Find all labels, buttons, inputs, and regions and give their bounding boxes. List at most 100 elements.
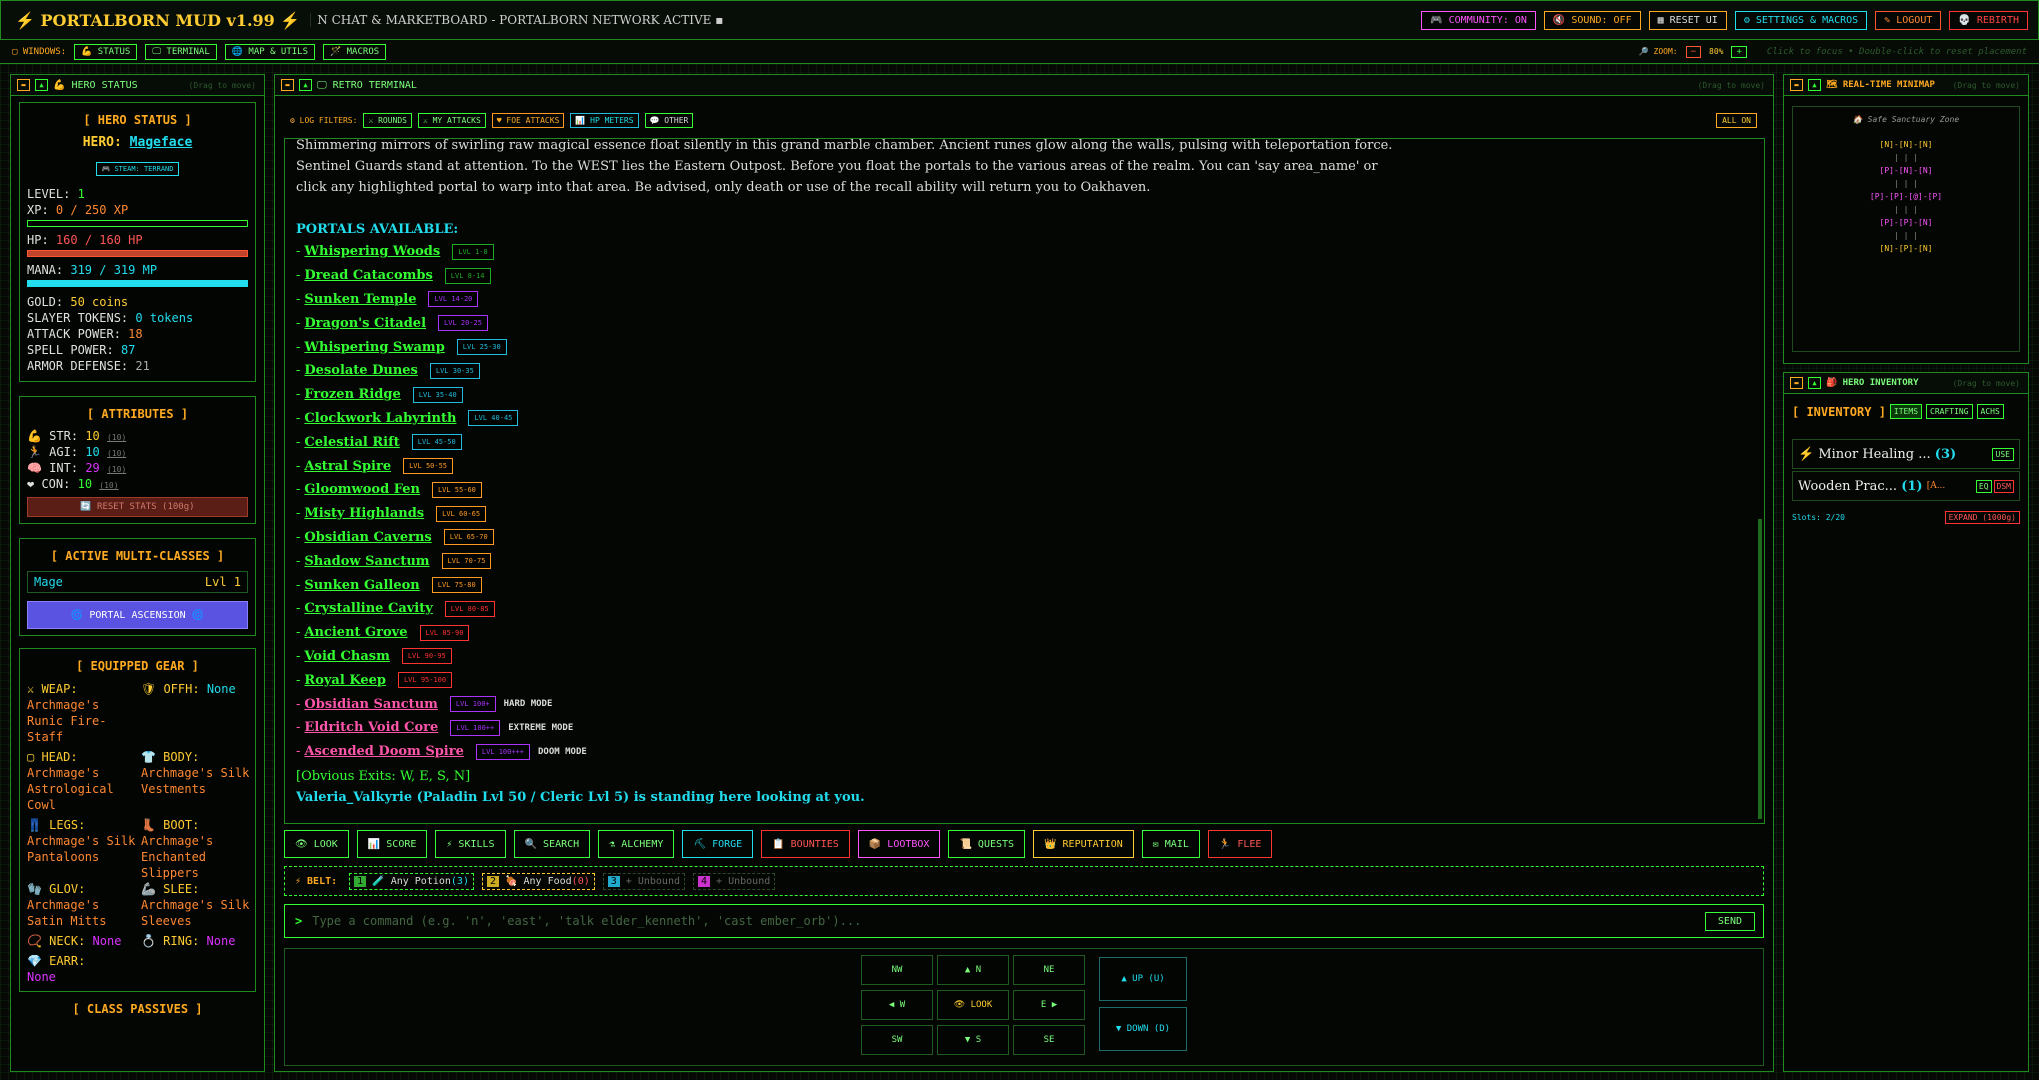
portal-link[interactable]: Frozen Ridge [304,387,400,402]
mail-button[interactable]: ✉ MAIL [1141,830,1200,858]
logout-button[interactable]: ✎ LOGOUT [1875,10,1942,30]
window-status-button[interactable]: 💪 STATUS [74,43,138,60]
rebirth-button[interactable]: 💀 REBIRTH [1949,10,2028,30]
portal-link[interactable]: Astral Spire [304,459,391,474]
minimap-view[interactable]: 🏠 Safe Sanctuary Zone [N]-[N]-[N] | | | … [1792,106,2020,352]
command-input[interactable]: Type a command (e.g. 'n', 'east', 'talk … [312,914,861,928]
move-nw-button[interactable]: NW [861,955,933,985]
alchemy-button[interactable]: ⚗ ALCHEMY [598,830,675,858]
sound-toggle-button[interactable]: 🔇 SOUND: OFF [1543,10,1641,30]
portal-link[interactable]: Royal Keep [304,673,386,688]
portal-link[interactable]: Sunken Galleon [304,578,419,593]
minimap-header[interactable]: ▬ ▲ 🗺 REAL-TIME MINIMAP (Drag to move) [1784,75,2028,96]
minimize-icon[interactable]: ▬ [17,79,30,91]
gear-ring[interactable]: 💍 RING: None [141,933,251,953]
portal-link[interactable]: Gloomwood Fen [304,482,420,497]
move-se-button[interactable]: SE [1013,1025,1085,1055]
minimize-icon[interactable]: ▬ [1790,79,1803,91]
gear-weap[interactable]: ⚔ WEAP: Archmage's Runic Fire-Staff [27,681,137,745]
belt-slot-1[interactable]: 1 🧪 Any Potion(3) [349,872,474,890]
portal-link[interactable]: Clockwork Labyrinth [304,411,456,426]
move-w-button[interactable]: ◀ W [861,990,933,1020]
maximize-icon[interactable]: ▲ [299,79,312,91]
portal-link[interactable]: Celestial Rift [304,435,399,450]
gear-glov[interactable]: 🧤 GLOV: Archmage's Satin Mitts [27,881,137,929]
reset-stats-button[interactable]: 🔄 RESET STATS (100g) [27,497,248,517]
portal-link[interactable]: Misty Highlands [304,506,424,521]
portal-link[interactable]: Obsidian Caverns [304,530,431,545]
portal-link[interactable]: Crystalline Cavity [304,601,432,616]
portal-link[interactable]: Ancient Grove [304,625,407,640]
portal-link[interactable]: Ascended Doom Spire [304,744,463,759]
all-on-button[interactable]: ALL ON [1716,112,1757,128]
steam-badge[interactable]: 🎮 STEAM: TERRAND [95,162,180,176]
flee-button[interactable]: 🏃 FLEE [1207,830,1273,858]
portal-link[interactable]: Dread Catacombs [304,268,432,283]
equip-button[interactable]: EQ [1975,479,1992,493]
look-button[interactable]: 👁 LOOK [284,830,349,858]
gear-head[interactable]: ▢ HEAD: Archmage's Astrological Cowl [27,749,137,813]
lootbox-button[interactable]: 📦 LOOTBOX [857,830,941,858]
gear-slee[interactable]: 🦾 SLEE: Archmage's Silk Sleeves [141,881,251,933]
portal-link[interactable]: Obsidian Sanctum [304,697,438,712]
move-up-button[interactable]: ▲ UP (U) [1099,957,1187,1001]
portal-link[interactable]: Eldritch Void Core [304,720,438,735]
dismantle-button[interactable]: DSM [1993,479,2014,493]
belt-slot-2[interactable]: 2 🍖 Any Food(0) [481,872,595,890]
belt-slot-4[interactable]: 4 + Unbound [692,872,776,890]
inventory-item[interactable]: Wooden Prac... (1) [A... EQ DSM [1792,471,2020,501]
window-terminal-button[interactable]: 🖵 TERMINAL [145,43,217,60]
zoom-in-button[interactable]: + [1731,45,1747,58]
portal-link[interactable]: Sunken Temple [304,292,416,307]
minimize-icon[interactable]: ▬ [281,79,294,91]
use-button[interactable]: USE [1991,447,2014,461]
zoom-out-button[interactable]: − [1685,45,1702,58]
gear-body[interactable]: 👕 BODY: Archmage's Silk Vestments [141,749,251,817]
portal-link[interactable]: Shadow Sanctum [304,554,429,569]
score-button[interactable]: 📊 SCORE [356,830,428,858]
portal-ascension-button[interactable]: 🌀 PORTAL ASCENSION 🌀 [27,601,248,629]
maximize-icon[interactable]: ▲ [1808,377,1821,389]
gear-offh[interactable]: 🛡 OFFH: None [141,681,251,749]
reset-ui-button[interactable]: ▦ RESET UI [1648,10,1727,30]
compass-look-button[interactable]: 👁 LOOK [937,990,1009,1020]
window-map-button[interactable]: 🌐 MAP & UTILS [224,43,316,60]
tab-items[interactable]: ITEMS [1889,404,1923,419]
terminal-output[interactable]: Shimmering mirrors of swirling raw magic… [284,138,1765,824]
portal-link[interactable]: Desolate Dunes [304,363,417,378]
hero-name[interactable]: Mageface [130,135,193,150]
gear-neck[interactable]: 📿 NECK: None [27,933,137,949]
gear-legs[interactable]: 👖 LEGS: Archmage's Silk Pantaloons [27,817,137,877]
quests-button[interactable]: 📜 QUESTS [948,830,1026,858]
inventory-header[interactable]: ▬ ▲ 🎒 HERO INVENTORY (Drag to move) [1784,373,2028,394]
search-button[interactable]: 🔍 SEARCH [513,830,591,858]
portal-link[interactable]: Whispering Woods [304,244,440,259]
settings-button[interactable]: ⚙ SETTINGS & MACROS [1734,10,1868,30]
portal-link[interactable]: Dragon's Citadel [304,316,426,331]
filter-hp-meters[interactable]: 📊 HP METERS [570,112,639,128]
expand-button[interactable]: EXPAND (1000g) [1944,511,2020,524]
window-macros-button[interactable]: 🪄 MACROS [323,43,387,60]
filter-foe-attacks[interactable]: ♥ FOE ATTACKS [491,112,565,128]
maximize-icon[interactable]: ▲ [35,79,48,91]
scrollbar-thumb[interactable] [1758,519,1762,819]
portal-link[interactable]: Void Chasm [304,649,389,664]
forge-button[interactable]: ⛏ FORGE [682,830,754,858]
maximize-icon[interactable]: ▲ [1808,79,1821,91]
tab-achs[interactable]: ACHS [1976,404,2004,419]
community-toggle-button[interactable]: 🎮 COMMUNITY: ON [1421,10,1536,30]
hero-status-header[interactable]: ▬ ▲ 💪 HERO STATUS (Drag to move) [11,75,264,96]
bounties-button[interactable]: 📋 BOUNTIES [761,830,850,858]
send-button[interactable]: SEND [1704,911,1755,931]
reputation-button[interactable]: 👑 REPUTATION [1033,830,1134,858]
tab-crafting[interactable]: CRAFTING [1926,404,1973,419]
move-ne-button[interactable]: NE [1013,955,1085,985]
move-down-button[interactable]: ▼ DOWN (D) [1099,1007,1187,1051]
portal-link[interactable]: Whispering Swamp [304,340,444,355]
gear-boot[interactable]: 👢 BOOT: Archmage's Enchanted Slippers [141,817,251,881]
terminal-header[interactable]: ▬ ▲ 🖵 RETRO TERMINAL (Drag to move) [275,75,1773,96]
move-sw-button[interactable]: SW [861,1025,933,1055]
filter-other[interactable]: 💬 OTHER [644,112,694,128]
move-s-button[interactable]: ▼ S [937,1025,1009,1055]
inventory-item[interactable]: ⚡ Minor Healing ... (3) USE [1792,439,2020,469]
